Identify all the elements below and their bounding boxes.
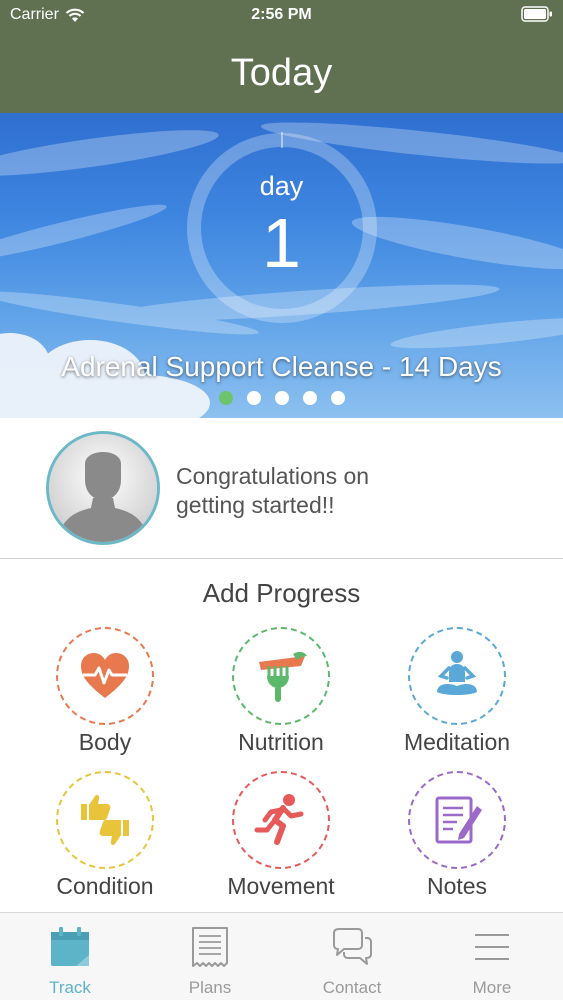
message-text: Congratulations on getting started!! (176, 462, 536, 520)
progress-body-button[interactable]: Body (20, 627, 190, 767)
progress-circle (232, 771, 330, 869)
heart-pulse-icon (81, 653, 129, 698)
tab-label: More (472, 978, 512, 997)
message-line: getting started!! (176, 492, 335, 518)
tab-label: Plans (188, 978, 232, 997)
page-title: Today (230, 52, 333, 94)
progress-circle (56, 771, 154, 869)
day-label: day (259, 171, 304, 201)
person-silhouette-icon (49, 434, 157, 542)
progress-movement-button[interactable]: Movement (196, 771, 366, 911)
add-progress-heading: Add Progress (202, 578, 361, 608)
calendar-icon (51, 927, 89, 966)
page-dot[interactable] (246, 391, 261, 405)
progress-label: Body (78, 729, 132, 755)
document-icon (192, 927, 228, 967)
chat-bubbles-icon (333, 928, 372, 965)
progress-circle (408, 771, 506, 869)
avatar[interactable] (46, 431, 160, 545)
tab-label: Contact (322, 978, 382, 997)
progress-label: Nutrition (238, 729, 324, 755)
coach-message: Congratulations on getting started!! (0, 418, 563, 559)
progress-label: Notes (426, 873, 488, 899)
fork-carrot-icon (259, 651, 307, 702)
progress-circle (232, 627, 330, 725)
progress-label: Condition (56, 873, 154, 899)
tab-plans[interactable]: Plans (140, 913, 280, 1000)
tab-bar: Track Plans Contact More (0, 912, 563, 1000)
progress-circle (56, 627, 154, 725)
tab-more[interactable]: More (422, 913, 562, 1000)
progress-notes-button[interactable]: Notes (372, 771, 542, 911)
page-dot[interactable] (302, 391, 317, 405)
progress-circle (408, 627, 506, 725)
progress-nutrition-button[interactable]: Nutrition (196, 627, 366, 767)
thumbs-icon (81, 795, 129, 845)
progress-condition-button[interactable]: Condition (20, 771, 190, 911)
page-dot[interactable] (330, 391, 345, 405)
program-name: Adrenal Support Cleanse - 14 Days (61, 351, 502, 382)
notes-icon (435, 796, 482, 844)
battery-icon (521, 6, 553, 27)
day-counter: 1 (262, 204, 301, 282)
top-bar: Carrier 2:56 PM Today (0, 0, 563, 113)
meditation-icon (437, 651, 477, 695)
menu-icon (475, 934, 509, 960)
message-line: Congratulations on (176, 463, 370, 489)
page-dot[interactable] (218, 391, 233, 405)
tab-track[interactable]: Track (0, 913, 140, 1000)
progress-meditation-button[interactable]: Meditation (372, 627, 542, 767)
progress-label: Meditation (403, 729, 511, 755)
page-indicator[interactable] (0, 391, 563, 405)
program-banner[interactable]: day 1 Adrenal Support Cleanse - 14 Days (0, 113, 563, 418)
tab-contact[interactable]: Contact (282, 913, 422, 1000)
tab-label: Track (49, 978, 91, 997)
page-dot[interactable] (274, 391, 289, 405)
progress-label: Movement (227, 873, 335, 899)
status-bar: Carrier 2:56 PM (0, 0, 563, 30)
clock: 2:56 PM (251, 6, 312, 23)
running-icon (254, 794, 304, 845)
